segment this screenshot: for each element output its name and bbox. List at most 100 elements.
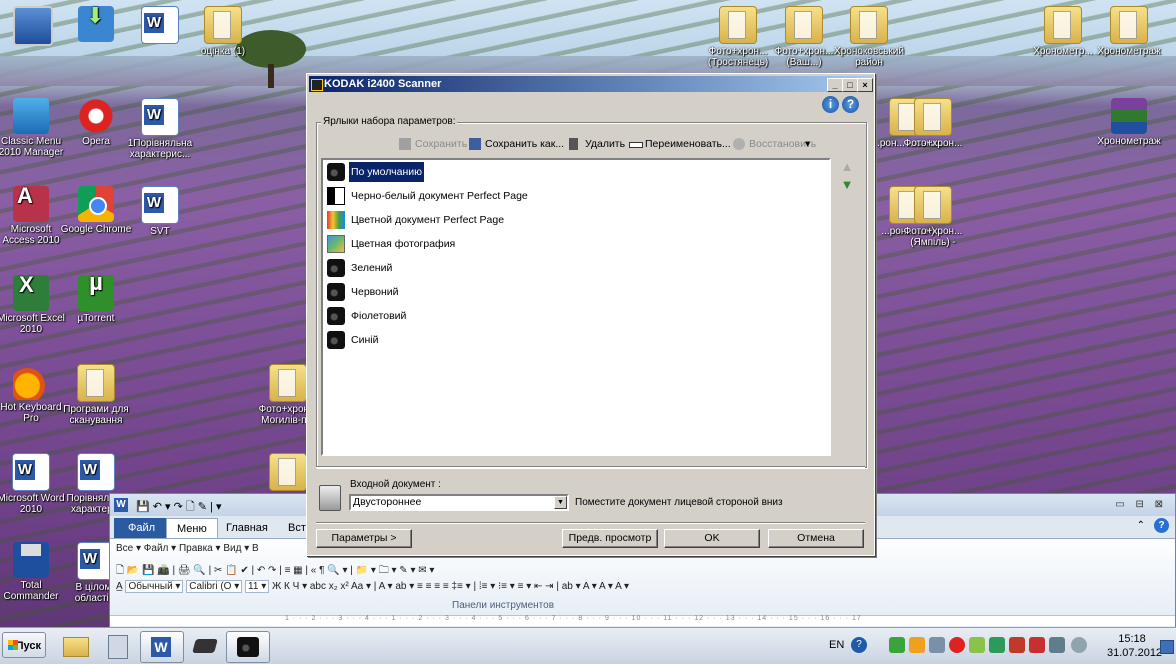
hotkeyboard-desktop-icon[interactable]: Hot Keyboard Pro	[0, 364, 68, 424]
volume-icon[interactable]	[1071, 637, 1087, 653]
excel-icon	[13, 275, 49, 311]
black-scanner-icon	[327, 307, 345, 325]
word-window-controls[interactable]: ▭ ⊟ ⊠	[1115, 499, 1167, 510]
access-icon	[13, 186, 49, 222]
chrome-icon	[78, 186, 114, 222]
utorrent-desktop-icon[interactable]: µTorrent	[59, 275, 133, 324]
clock-date: 31.07.2012	[1107, 647, 1163, 659]
keyboard-tray-icon[interactable]	[1049, 637, 1065, 653]
floppy-disk-icon	[13, 542, 49, 578]
word-desktop-icon[interactable]: Microsoft Word 2010	[0, 453, 68, 515]
clock[interactable]: 15:18 31.07.2012	[1107, 632, 1163, 660]
scan-programs-desktop-icon[interactable]: Програми для сканування	[59, 364, 133, 426]
save-as-button[interactable]: Сохранить как...	[469, 136, 564, 152]
svt-desktop-icon[interactable]: SVT	[123, 186, 197, 237]
word-document-icon	[141, 98, 179, 136]
calculator-taskbar-button[interactable]	[96, 631, 138, 661]
scanner-app-taskbar-button[interactable]	[184, 631, 226, 661]
restore-icon	[733, 138, 745, 150]
rename-button[interactable]: Переименовать...	[629, 136, 731, 152]
kodak-taskbar-button[interactable]	[226, 631, 270, 663]
help-tray-icon[interactable]: ?	[851, 637, 867, 653]
font-select[interactable]: Calibri (О ▾	[186, 580, 243, 593]
total-commander-desktop-icon[interactable]: Total Commander	[0, 542, 68, 602]
panel-label: Панели инструментов	[452, 600, 555, 611]
folder-foto-desktop-icon[interactable]: Фото+хрон...	[896, 98, 970, 149]
toolbar-more-chevron-icon[interactable]: ▾	[805, 136, 810, 152]
folder-khronometr-desktop-icon[interactable]: Хронометр...	[1026, 6, 1100, 57]
qat-buttons[interactable]: 💾 ↶ ▾ ↷ 🗋 ✎ | ▾	[136, 498, 221, 517]
speaker-tray-icon[interactable]	[949, 637, 965, 653]
check-tray-icon[interactable]	[969, 637, 985, 653]
parameters-button[interactable]: Параметры >	[316, 529, 412, 548]
input-document-select[interactable]: Двустороннее ▼	[349, 494, 569, 511]
folder-icon	[204, 6, 242, 44]
minimize-button[interactable]: _	[827, 78, 843, 92]
folder-vash-desktop-icon[interactable]: Фото+хрон... (Ваш...)	[767, 6, 841, 68]
dialog-title: KODAK i2400 Scanner	[324, 78, 442, 90]
folder-ocinka-desktop-icon[interactable]: оцінка (1)	[186, 6, 260, 57]
language-indicator[interactable]: EN	[829, 639, 844, 651]
excel-desktop-icon[interactable]: Microsoft Excel 2010	[0, 275, 68, 335]
ribbon-collapse-icon[interactable]: ⌃	[1137, 520, 1145, 531]
dialog-titlebar[interactable]: KODAK i2400 Scanner _ □ ×	[309, 76, 873, 92]
ok-button[interactable]: OK	[664, 529, 760, 548]
save-as-icon	[469, 138, 481, 150]
opera-desktop-icon[interactable]: Opera	[59, 98, 133, 147]
style-select[interactable]: Обычный ▾	[125, 580, 184, 593]
monitor-tray-icon[interactable]	[929, 637, 945, 653]
shortcuts-list[interactable]: По умолчанию Черно-белый документ Perfec…	[321, 158, 831, 456]
info-icon[interactable]: i	[822, 96, 839, 113]
toolbar-row-standard[interactable]: 🗋 📂 💾 📠 | 🖨 🔍 | ✂ 📋 ✔ | ↶ ↷ | ≡ ▦ | « ¶ …	[116, 563, 434, 580]
utorrent-icon	[78, 275, 114, 311]
placement-hint: Поместите документ лицевой стороной вниз	[575, 497, 783, 508]
help-icon[interactable]: ?	[1154, 518, 1169, 533]
network-tray-icon[interactable]	[989, 637, 1005, 653]
folder-trostyanets-desktop-icon[interactable]: Фото+хрон... (Тростянець)	[701, 6, 775, 68]
tab-menu[interactable]: Меню	[166, 518, 218, 539]
preview-button[interactable]: Предв. просмотр	[562, 529, 658, 548]
word-icon: W	[151, 637, 171, 657]
tab-home[interactable]: Главная	[216, 518, 278, 538]
folder-icon	[850, 6, 888, 44]
help-question-icon[interactable]: ?	[842, 96, 859, 113]
winrar-khronometrazh-desktop-icon[interactable]: Хронометраж	[1092, 98, 1166, 147]
move-up-arrow-icon[interactable]: ▲	[839, 160, 855, 174]
maximize-button[interactable]: □	[842, 78, 858, 92]
explorer-taskbar-button[interactable]	[54, 631, 96, 661]
system-tray: EN ? 15:18 31.07.2012	[825, 628, 1176, 664]
folder-yampil-desktop-icon[interactable]: Фото+хрон... (Ямпіль) -	[896, 186, 970, 248]
help-icons: i ?	[822, 96, 862, 116]
cancel-button[interactable]: Отмена	[768, 529, 864, 548]
color-document-icon	[327, 211, 345, 229]
clock-time: 15:18	[1118, 633, 1146, 645]
chrome-desktop-icon[interactable]: Google Chrome	[59, 186, 133, 235]
update-desktop-icon[interactable]	[59, 6, 133, 44]
ruler: 1 · · · 2 · · · 3 · · · 4 · · · 1 · · · …	[110, 615, 1175, 626]
close-button[interactable]: ×	[857, 78, 873, 92]
chevron-down-icon[interactable]: ▼	[554, 496, 567, 509]
access-desktop-icon[interactable]: Microsoft Access 2010	[0, 186, 68, 246]
show-desktop-button[interactable]	[1160, 640, 1174, 654]
comparison-doc-desktop-icon[interactable]: 1Порівняльна характерис...	[123, 98, 197, 160]
save-button[interactable]: Сохранить	[399, 136, 467, 152]
restore-button[interactable]: Восстановить	[733, 136, 816, 152]
app-tray-icon[interactable]	[1029, 637, 1045, 653]
move-down-arrow-icon[interactable]: ▼	[839, 178, 855, 192]
font-size-select[interactable]: 11 ▾	[245, 580, 270, 593]
folder-khronometrazh-desktop-icon[interactable]: Хронометраж	[1092, 6, 1166, 57]
classic-menu-row[interactable]: Все ▾ Файл ▾ Правка ▾ Вид ▾ В	[116, 543, 259, 554]
delete-button[interactable]: Удалить	[569, 136, 625, 152]
word-document-icon	[141, 6, 179, 44]
kodak-logo-icon	[311, 79, 323, 91]
security-tray-icon[interactable]	[909, 637, 925, 653]
word-taskbar-button[interactable]: W	[140, 631, 184, 663]
format-buttons[interactable]: Ж К Ч ▾ abc x₂ x² Aa ▾ | A ▾ ab ▾ ≡ ≡ ≡ …	[272, 581, 629, 592]
download-tray-icon[interactable]	[889, 637, 905, 653]
start-button[interactable]: Пуск	[2, 632, 46, 658]
black-scanner-icon	[237, 637, 259, 657]
tab-file[interactable]: Файл	[114, 518, 170, 538]
alert-tray-icon[interactable]	[1009, 637, 1025, 653]
folder-khronokovsky-desktop-icon[interactable]: Хроноковський район	[832, 6, 906, 68]
classic-menu-desktop-icon[interactable]: Classic Menu 2010 Manager	[0, 98, 68, 158]
